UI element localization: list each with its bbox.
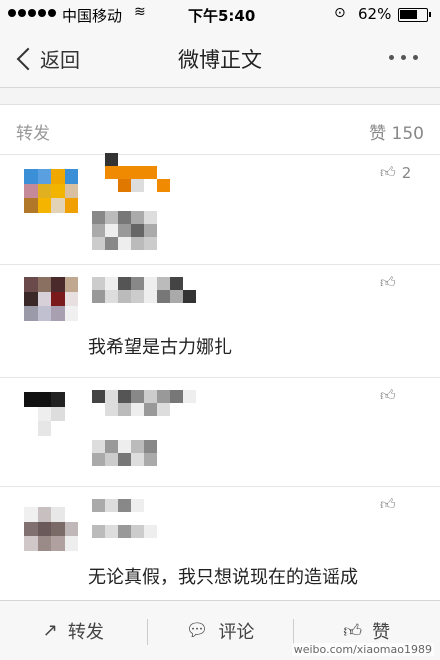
comment-icon: 💬︎ [185,620,209,641]
comment-like-button[interactable]: 👍︎ [380,273,402,292]
comment-item: 👍︎ 无论真假，我只想说现在的造谣成 [0,487,440,600]
repost-button[interactable]: ↗ 转发 [0,601,147,660]
comment-label: 评论 [218,621,255,643]
commenter-name[interactable] [92,499,196,538]
comment-like-button[interactable]: 👍︎ [380,495,402,514]
navigation-bar: 返回 微博正文 [0,30,440,88]
detail-tabs: 转发 赞 150 [0,89,440,155]
avatar[interactable] [24,507,78,551]
like-count: 2 [401,163,412,182]
like-label: 赞 [372,621,391,643]
comment-like-button[interactable]: 👍︎ [380,386,402,405]
repost-label: 转发 [67,621,104,643]
comment-text: 无论真假，我只想说现在的造谣成 [88,567,358,588]
carrier-name: 中国移动 [62,7,123,25]
avatar[interactable] [24,392,78,436]
battery-icon [398,8,431,22]
comment-list: 转发 赞 150 👍︎ 2 👍︎ 我希望是古力娜扎 👍︎ 👍︎ 无论真假，我只想… [0,89,440,600]
page-title: 微博正文 [178,48,262,72]
commenter-name[interactable] [92,153,196,192]
battery-percent: 62% [358,5,392,23]
watermark: weibo.com/xiaomao1989 [291,643,434,656]
comment-button[interactable]: 💬︎ 评论 [146,601,294,660]
commenter-name[interactable] [92,390,196,416]
comment-text-pixelated [92,211,170,250]
avatar[interactable] [24,277,78,321]
status-time: 下午5:40 [188,7,256,25]
signal-strength-icon [8,9,56,17]
tab-likes[interactable]: 赞 150 [369,119,424,144]
repost-icon: ↗ [42,620,58,641]
comment-item: 👍︎ [0,378,440,487]
thumbs-up-icon: 👍︎ [343,620,363,642]
rotation-lock-icon: ⊙ [334,5,346,21]
comment-text-pixelated [92,440,170,466]
avatar[interactable] [24,169,78,213]
thumbs-up-icon: 👍︎ [380,495,396,513]
thumbs-up-icon: 👍︎ [380,386,396,404]
wifi-icon: ≋ [134,4,146,20]
thumbs-up-icon: 👍︎ [380,163,396,181]
comment-like-button[interactable]: 👍︎ 2 [380,163,411,182]
comment-item: 👍︎ 2 [0,153,440,265]
tab-repost[interactable]: 转发 [16,119,50,144]
comment-text: 我希望是古力娜扎 [88,337,232,358]
status-bar: 中国移动 ≋ 下午5:40 ⊙ 62% [0,0,440,30]
more-options-icon[interactable] [389,55,418,60]
commenter-name[interactable] [92,277,196,303]
thumbs-up-icon: 👍︎ [380,273,396,291]
comment-item: 👍︎ 我希望是古力娜扎 [0,265,440,378]
